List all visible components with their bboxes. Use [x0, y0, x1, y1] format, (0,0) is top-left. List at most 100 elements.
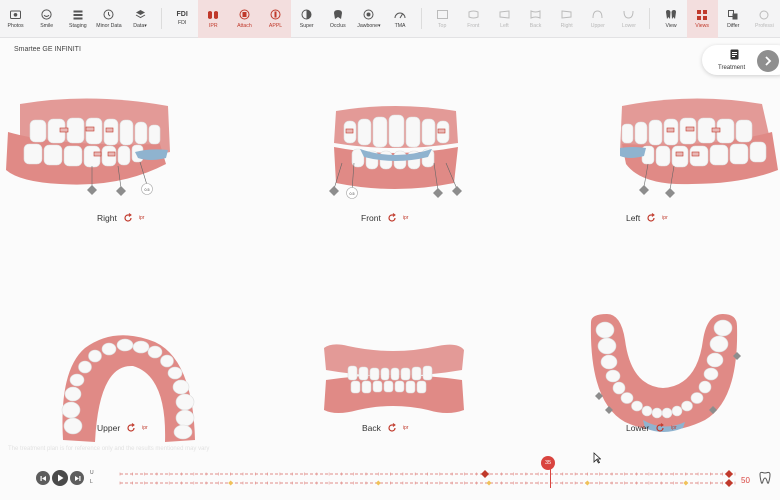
toolbar-label: Lower	[621, 22, 636, 29]
tooth-settings-icon[interactable]	[758, 471, 772, 485]
attach-icon	[238, 9, 250, 21]
right-view-model: 0.5	[6, 98, 170, 196]
attachment-marker[interactable]	[584, 480, 590, 486]
toolbar-view-button[interactable]: View	[655, 0, 686, 38]
timeline-tracks[interactable]	[115, 468, 740, 492]
upper-view-label: Upper ipr	[97, 423, 148, 433]
view-front-icon	[467, 9, 479, 21]
mouse-cursor-icon	[593, 452, 601, 464]
attachment-marker[interactable]	[228, 480, 234, 486]
toolbar-jawbone-button[interactable]: Jawbone▾	[353, 0, 384, 38]
toolbar-smile-button[interactable]: Smile	[31, 0, 62, 38]
front-view-model: 0.5	[329, 106, 462, 199]
document-icon	[730, 49, 739, 60]
occlus-icon	[332, 9, 344, 21]
ipr-tag[interactable]: ipr	[662, 215, 668, 221]
toolbar-label: Jawbone▾	[357, 22, 381, 29]
appl-icon	[270, 9, 282, 21]
view-name: Left	[626, 213, 641, 223]
ipr-icon	[207, 9, 219, 21]
attachment-marker[interactable]	[375, 480, 381, 486]
left-view-model	[620, 98, 778, 198]
lower-view[interactable]	[585, 310, 745, 440]
front-view-label: Front ipr	[361, 213, 408, 223]
ipr-tag[interactable]: ipr	[403, 215, 409, 221]
toolbar-separator	[420, 8, 422, 29]
view-name: Front	[361, 213, 381, 223]
jawbone-icon	[363, 9, 375, 21]
teeth-view-icon	[665, 9, 677, 21]
toolbar-views-button[interactable]: Views	[686, 0, 718, 38]
toolbar-top-button[interactable]: Top	[427, 0, 458, 38]
toolbar-professi-button[interactable]: Professi	[749, 0, 780, 38]
case-title: Smartee GE INFINITI	[14, 46, 81, 53]
front-view[interactable]: 0.5	[320, 103, 470, 203]
rotate-icon[interactable]	[126, 423, 136, 433]
rotate-icon[interactable]	[646, 213, 656, 223]
super-icon	[301, 9, 313, 21]
toolbar-back-button[interactable]: Back	[520, 0, 551, 38]
lower-view-model	[590, 314, 741, 432]
left-view[interactable]	[612, 92, 780, 212]
current-frame-badge[interactable]: 35	[541, 456, 555, 470]
skip-back-icon	[40, 475, 46, 481]
toolbar-appl-button[interactable]: APPL	[259, 0, 292, 38]
app-window: Photos Smile Staging Minor Data Data▾ FDI FDI I…	[0, 0, 780, 500]
toolbar-front-button[interactable]: Front	[458, 0, 489, 38]
svg-text:0.5: 0.5	[350, 192, 355, 196]
rotate-icon[interactable]	[387, 213, 397, 223]
toolbar-attach-button[interactable]: Attach	[228, 0, 260, 38]
toolbar-staging-button[interactable]: Staging	[62, 0, 93, 38]
view-upper-icon	[592, 9, 604, 21]
rotate-icon[interactable]	[123, 213, 133, 223]
differ-icon	[727, 9, 739, 21]
toolbar-photos-button[interactable]: Photos	[0, 0, 31, 38]
rotate-icon[interactable]	[387, 423, 397, 433]
toolbar-label: TMA	[394, 22, 406, 29]
next-arrow-button[interactable]	[757, 50, 779, 72]
toolbar-label: Views	[695, 22, 710, 29]
toolbar-lower-button[interactable]: Lower	[613, 0, 644, 38]
right-view[interactable]: 0.5	[0, 92, 180, 212]
toolbar-left-button[interactable]: Left	[489, 0, 520, 38]
ipr-tag[interactable]: ipr	[403, 425, 409, 431]
ipr-marker[interactable]	[725, 479, 733, 487]
toolbar-data-button[interactable]: Data▾	[125, 0, 156, 38]
toolbar-super-button[interactable]: Super	[291, 0, 322, 38]
step-back-button[interactable]	[36, 471, 50, 485]
step-forward-button[interactable]	[70, 471, 84, 485]
toolbar-right-button[interactable]: Right	[551, 0, 582, 38]
rotate-icon[interactable]	[655, 423, 665, 433]
view-name: Lower	[626, 423, 650, 433]
play-button[interactable]	[52, 470, 68, 486]
view-right-icon	[561, 9, 573, 21]
toolbar-label: Differ	[727, 22, 740, 29]
toolbar-label: Professi	[755, 22, 774, 29]
toolbar-fdi-button[interactable]: FDI FDI	[167, 0, 198, 38]
view-name: Back	[362, 423, 381, 433]
ipr-tag[interactable]: ipr	[142, 425, 148, 431]
toolbar-label: Photos	[7, 22, 24, 29]
toolbar-label: Occlus	[329, 22, 346, 29]
professional-icon	[758, 9, 770, 21]
ipr-tag[interactable]: ipr	[671, 425, 677, 431]
right-marker-3[interactable]: 0.5	[145, 188, 150, 192]
toolbar-minordata-button[interactable]: Minor Data	[93, 0, 124, 38]
attachment-marker[interactable]	[486, 480, 492, 486]
back-view[interactable]	[318, 340, 468, 420]
toolbar-upper-button[interactable]: Upper	[582, 0, 613, 38]
attachment-marker[interactable]	[683, 480, 689, 486]
treatment-label: Treatment	[718, 65, 746, 71]
toolbar-label: Super	[299, 22, 314, 29]
ipr-marker[interactable]	[725, 470, 733, 478]
toolbar-tma-button[interactable]: TMA	[384, 0, 415, 38]
toolbar-differ-button[interactable]: Differ	[718, 0, 749, 38]
ipr-marker[interactable]	[481, 470, 489, 478]
toolbar-label: Minor Data	[96, 22, 122, 29]
toolbar-ipr-button[interactable]: IPR	[197, 0, 229, 38]
toolbar-label: Attach	[237, 22, 252, 29]
ipr-tag[interactable]: ipr	[139, 215, 145, 221]
toolbar-label: View	[665, 22, 677, 29]
toolbar-occlus-button[interactable]: Occlus	[322, 0, 353, 38]
view-lower-icon	[623, 9, 635, 21]
